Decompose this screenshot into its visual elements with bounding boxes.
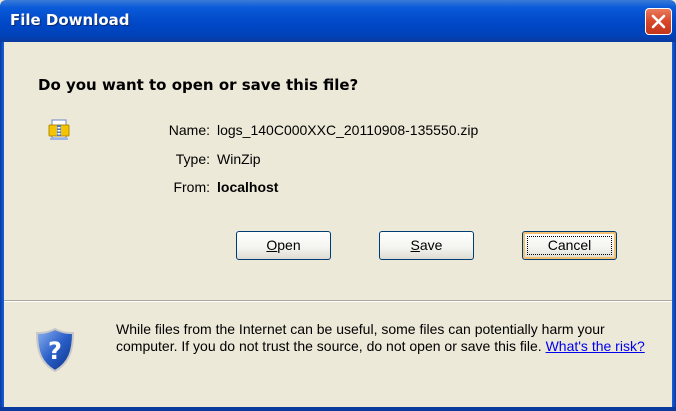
focus-rectangle	[527, 236, 612, 255]
security-warning: While files from the Internet can be use…	[116, 321, 661, 355]
name-label: Name:	[168, 122, 210, 138]
open-mnemonic: O	[266, 237, 278, 253]
dialog-question: Do you want to open or save this file?	[38, 76, 359, 94]
source-value: localhost	[217, 179, 279, 195]
whats-the-risk-link[interactable]: What's the risk?	[546, 338, 645, 354]
file-download-dialog: File Download Do you want to open or sav…	[0, 0, 676, 411]
file-name-value: logs_140C000XXC_20110908-135550.zip	[217, 122, 479, 138]
window-title: File Download	[10, 11, 130, 29]
window-frame-bottom	[0, 407, 676, 411]
dialog-content: Do you want to open or save this file? N…	[4, 42, 672, 407]
file-type-value: WinZip	[217, 151, 261, 167]
svg-text:?: ?	[48, 337, 62, 365]
open-button[interactable]: Open	[236, 231, 331, 260]
open-label-rest: pen	[277, 237, 301, 253]
close-button[interactable]	[645, 8, 672, 35]
save-label-rest: ave	[419, 237, 443, 253]
window-frame-right	[672, 42, 676, 411]
save-button[interactable]: Save	[379, 231, 474, 260]
save-mnemonic: S	[410, 237, 420, 253]
type-label: Type:	[175, 151, 210, 167]
title-bar[interactable]: File Download	[0, 0, 676, 42]
warning-text: While files from the Internet can be use…	[116, 321, 605, 354]
cancel-button[interactable]: Cancel	[522, 231, 617, 260]
divider	[4, 300, 672, 302]
close-icon	[651, 14, 666, 29]
winzip-file-icon	[48, 119, 70, 140]
shield-question-icon: ?	[35, 327, 75, 373]
from-label: From:	[173, 179, 210, 195]
